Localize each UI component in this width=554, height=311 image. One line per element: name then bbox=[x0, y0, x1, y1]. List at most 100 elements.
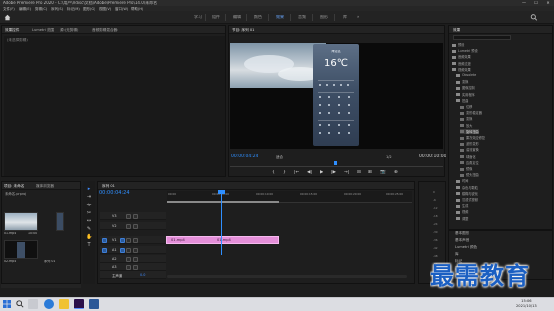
play-button[interactable]: ▶ bbox=[320, 170, 323, 175]
track-header-v3[interactable]: V3 bbox=[100, 212, 166, 220]
clip-thumbnail-02[interactable] bbox=[56, 212, 64, 231]
effects-tree-item[interactable]: 果冻效应修复 bbox=[460, 135, 485, 140]
effects-tree-item[interactable]: 放大 bbox=[460, 123, 472, 128]
effects-search-input[interactable] bbox=[453, 35, 511, 40]
effects-tree-item[interactable]: 球面化 bbox=[460, 154, 476, 159]
effects-tree-item[interactable]: 视频 bbox=[456, 209, 468, 214]
playhead-handle-icon[interactable] bbox=[218, 190, 225, 194]
timeline-clip[interactable]: 01.mp4 01.mp4 bbox=[166, 236, 279, 244]
effects-tree-item[interactable]: 边角定位 bbox=[460, 160, 479, 165]
track-target-a1[interactable] bbox=[120, 247, 125, 253]
lift-button[interactable]: ⊟ bbox=[357, 170, 361, 175]
workspace-audio[interactable]: 音频 bbox=[298, 15, 306, 20]
windows-start-icon[interactable] bbox=[3, 300, 11, 308]
mute-button[interactable] bbox=[126, 247, 131, 253]
effects-tree-item[interactable]: 镜像 bbox=[460, 166, 472, 171]
panel-lumetri-color[interactable]: Lumetri 颜色 bbox=[455, 245, 477, 249]
selection-tool-icon[interactable]: ▸ bbox=[86, 186, 92, 192]
program-video-frame[interactable]: 海淀区 16℃ bbox=[230, 43, 443, 149]
tab-media-browser[interactable]: 媒体浏览器 bbox=[36, 184, 54, 189]
mark-out-button[interactable]: } bbox=[283, 170, 286, 175]
task-view-icon[interactable] bbox=[28, 299, 38, 309]
track-header-a2[interactable]: A2 bbox=[100, 255, 166, 263]
system-clock[interactable]: 15:06 2021/10/13 bbox=[516, 299, 537, 308]
effects-tree-item[interactable]: 变换 bbox=[456, 79, 468, 84]
workspace-effects[interactable]: 效果 bbox=[276, 15, 284, 20]
tab-project[interactable]: 项目: 未命名 bbox=[4, 184, 24, 189]
go-to-out-button[interactable]: →| bbox=[344, 170, 349, 175]
ripple-edit-tool-icon[interactable]: ⟛ bbox=[86, 202, 92, 208]
timeline-horizontal-scrollbar[interactable] bbox=[167, 275, 407, 278]
timeline-playhead[interactable] bbox=[221, 190, 222, 255]
work-area-bar[interactable] bbox=[167, 201, 279, 203]
effects-tree-item[interactable]: 实用程序 bbox=[456, 92, 475, 97]
effects-tree-item[interactable]: 视频效果 bbox=[452, 67, 471, 72]
workspace-more-icon[interactable]: » bbox=[357, 15, 359, 20]
toggle-output-icon[interactable] bbox=[133, 223, 138, 229]
file-explorer-icon[interactable] bbox=[59, 299, 69, 309]
zoom-level-select[interactable]: 适合 bbox=[276, 155, 283, 159]
program-playhead-icon[interactable] bbox=[334, 161, 337, 165]
effects-tree-item[interactable]: 调整 bbox=[456, 216, 468, 221]
panel-essential-graphics[interactable]: 基本图形 bbox=[455, 231, 469, 235]
type-tool-icon[interactable]: T bbox=[86, 242, 92, 248]
track-header-v2[interactable]: V2 bbox=[100, 222, 166, 230]
solo-button[interactable] bbox=[133, 264, 138, 270]
toggle-output-icon[interactable] bbox=[133, 237, 138, 243]
effects-tree-item[interactable]: 波形变形 bbox=[460, 141, 479, 146]
taskbar-search-icon[interactable] bbox=[16, 300, 24, 308]
effects-tree-item[interactable]: 生成 bbox=[456, 203, 468, 208]
workspace-libraries[interactable]: 库 bbox=[343, 15, 347, 20]
effects-tree-item[interactable]: 湍流置换 bbox=[460, 147, 479, 152]
clip-thumbnail-01[interactable] bbox=[4, 212, 38, 231]
step-back-button[interactable]: ◀| bbox=[307, 170, 312, 175]
effects-tree-item[interactable]: 模糊与锐化 bbox=[456, 191, 478, 196]
effects-tree-item[interactable]: 沉浸式视频 bbox=[456, 197, 478, 202]
source-patch-a1[interactable] bbox=[102, 247, 107, 253]
tab-source[interactable]: 源:(无剪辑) bbox=[60, 28, 78, 33]
program-timecode[interactable]: 00:00:04:24 bbox=[231, 154, 258, 159]
razor-tool-icon[interactable]: ✂ bbox=[86, 210, 92, 216]
go-to-in-button[interactable]: |← bbox=[294, 170, 299, 175]
track-target-v1[interactable] bbox=[120, 237, 125, 243]
effects-tree-item[interactable]: 音频过渡 bbox=[452, 61, 471, 66]
tab-lumetri-scopes[interactable]: Lumetri 范围 bbox=[32, 28, 54, 33]
track-header-v1[interactable]: V1 bbox=[100, 236, 166, 244]
effects-tree-item[interactable]: 变形稳定器 bbox=[460, 110, 482, 115]
track-header-a3[interactable]: A3 bbox=[100, 263, 166, 271]
step-forward-button[interactable]: |▶ bbox=[331, 170, 336, 175]
solo-button[interactable] bbox=[133, 256, 138, 262]
button-editor-icon[interactable]: ⊕ bbox=[394, 170, 398, 175]
mute-button[interactable] bbox=[126, 264, 131, 270]
effects-tree-item[interactable]: 变换 bbox=[460, 116, 472, 121]
effects-tree-item[interactable]: 图像控制 bbox=[456, 85, 475, 90]
sequence-thumbnail[interactable] bbox=[4, 240, 38, 259]
effects-tree-item[interactable]: Obsolete bbox=[456, 73, 476, 78]
effects-tree-item[interactable]: 位移 bbox=[460, 104, 472, 109]
toggle-sync-lock-icon[interactable] bbox=[126, 223, 131, 229]
effects-tree-item[interactable]: 扭曲 bbox=[456, 98, 468, 103]
mark-in-button[interactable]: { bbox=[272, 170, 275, 175]
slip-tool-icon[interactable]: ↔ bbox=[86, 218, 92, 224]
timeline-timecode[interactable]: 00:00:04:24 bbox=[99, 190, 130, 196]
source-patch-v1[interactable] bbox=[102, 237, 107, 243]
effects-tree-item[interactable]: 杂色与颗粒 bbox=[456, 185, 478, 190]
workspace-color[interactable]: 颜色 bbox=[254, 15, 262, 20]
track-select-tool-icon[interactable]: ⇥ bbox=[86, 194, 92, 200]
toggle-sync-lock-icon[interactable] bbox=[126, 213, 131, 219]
premiere-pro-taskbar-icon[interactable] bbox=[74, 299, 84, 309]
track-header-master[interactable]: 主声道 0.0 bbox=[100, 271, 166, 279]
master-volume-value[interactable]: 0.0 bbox=[140, 273, 145, 277]
edge-browser-icon[interactable] bbox=[44, 299, 54, 309]
effects-tree-item[interactable]: 镜头扭曲 bbox=[460, 172, 479, 177]
panel-libraries[interactable]: 库 bbox=[455, 252, 459, 256]
toggle-sync-lock-icon[interactable] bbox=[126, 237, 131, 243]
workspace-graphics[interactable]: 图形 bbox=[320, 15, 328, 20]
tab-program[interactable]: 节目: 序列 01 bbox=[232, 28, 254, 33]
search-icon[interactable] bbox=[530, 14, 538, 21]
workspace-learn[interactable]: 学习 bbox=[194, 15, 202, 20]
playback-resolution-select[interactable]: 1/2 bbox=[386, 155, 392, 159]
workspace-editing[interactable]: 编辑 bbox=[233, 15, 241, 20]
solo-button[interactable] bbox=[133, 247, 138, 253]
export-frame-icon[interactable]: 📷 bbox=[380, 170, 386, 175]
